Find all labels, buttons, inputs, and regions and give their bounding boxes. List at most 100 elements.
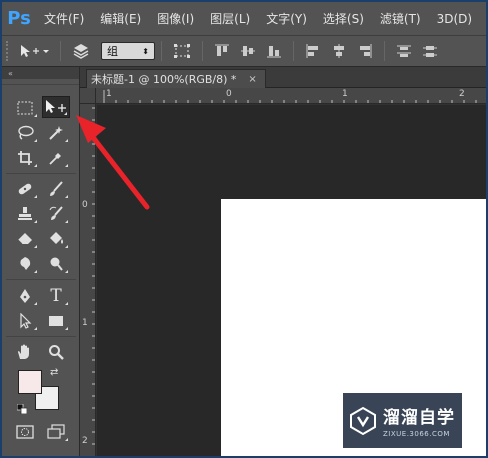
move-tool-icon[interactable] — [17, 40, 51, 62]
swap-colors-icon[interactable]: ⇄ — [50, 367, 58, 378]
foreground-color-swatch[interactable] — [18, 370, 42, 394]
options-divider — [60, 41, 61, 61]
options-grip[interactable] — [6, 41, 14, 61]
default-colors-icon[interactable] — [16, 399, 28, 415]
auto-select-value: 组 — [107, 45, 118, 58]
menu-3d[interactable]: 3D(D) — [429, 12, 480, 26]
rectangle-tool-icon[interactable] — [42, 310, 70, 332]
options-divider — [202, 41, 203, 61]
history-brush-tool-icon[interactable] — [42, 203, 70, 225]
lasso-tool-icon[interactable] — [11, 122, 39, 144]
dodge-tool-icon[interactable] — [42, 253, 70, 275]
eyedropper-tool-icon[interactable] — [42, 147, 70, 169]
clone-stamp-tool-icon[interactable] — [11, 203, 39, 225]
ruler-ticks — [103, 90, 477, 103]
tool-flyout-indicator — [65, 438, 68, 441]
ruler-ticks — [92, 107, 95, 445]
bounding-box-icon[interactable] — [171, 40, 193, 62]
pen-tool-icon[interactable] — [11, 285, 39, 307]
watermark-brand: 溜溜自学 — [383, 408, 455, 428]
ps-logo: Ps — [7, 8, 31, 29]
options-divider — [161, 41, 162, 61]
document-tab[interactable]: 未标题-1 @ 100%(RGB/8) * × — [86, 69, 266, 88]
close-icon[interactable]: × — [248, 74, 256, 85]
toolbox-grip[interactable] — [2, 79, 79, 85]
distribute-top-icon[interactable] — [395, 42, 413, 60]
tool-flyout-indicator — [64, 112, 67, 115]
toolbox-divider — [6, 279, 76, 280]
ruler-origin[interactable] — [80, 88, 96, 104]
zoom-tool-icon[interactable] — [42, 341, 70, 363]
align-bottom-icon[interactable] — [265, 42, 283, 60]
options-bar: 组 ⬍ — [2, 35, 486, 67]
tool-flyout-indicator — [65, 327, 68, 330]
tool-flyout-indicator — [65, 302, 68, 305]
toolbox-divider — [6, 173, 76, 174]
document-tab-bar: 未标题-1 @ 100%(RGB/8) * × — [80, 67, 486, 88]
menu-bar: Ps 文件(F) 编辑(E) 图像(I) 图层(L) 文字(Y) 选择(S) 滤… — [2, 2, 486, 35]
hand-tool-icon[interactable] — [11, 341, 39, 363]
crop-tool-icon[interactable] — [11, 147, 39, 169]
tool-flyout-indicator — [34, 327, 37, 330]
tool-flyout-indicator — [34, 164, 37, 167]
tool-flyout-indicator — [34, 302, 37, 305]
menu-edit[interactable]: 编辑(E) — [92, 10, 149, 27]
marquee-tool-icon[interactable] — [11, 97, 39, 119]
ruler-h-label: 1 — [342, 89, 348, 99]
vertical-ruler[interactable]: 0 1 2 — [80, 104, 96, 456]
magic-wand-tool-icon[interactable] — [42, 122, 70, 144]
toolbox-collapse[interactable]: « — [2, 67, 79, 79]
watermark-icon — [350, 406, 376, 435]
chevron-updown-icon: ⬍ — [142, 46, 149, 56]
menu-file[interactable]: 文件(F) — [36, 10, 92, 27]
toolbox-panel: « T ⇄ — [2, 67, 80, 456]
path-selection-tool-icon[interactable] — [11, 310, 39, 332]
align-vcenter-icon[interactable] — [239, 42, 257, 60]
tool-flyout-indicator — [65, 270, 68, 273]
eraser-tool-icon[interactable] — [11, 228, 39, 250]
paint-bucket-tool-icon[interactable] — [42, 228, 70, 250]
tool-flyout-indicator — [65, 245, 68, 248]
menu-select[interactable]: 选择(S) — [315, 10, 372, 27]
tool-flyout-indicator — [34, 270, 37, 273]
horizontal-ruler[interactable]: 1 0 1 2 — [96, 88, 486, 104]
move-tool-button[interactable] — [42, 96, 70, 118]
distribute-vcenter-icon[interactable] — [421, 42, 439, 60]
quick-mask-icon[interactable] — [11, 421, 39, 443]
tool-flyout-indicator — [34, 114, 37, 117]
document-tab-title: 未标题-1 @ 100%(RGB/8) * — [91, 73, 237, 86]
watermark-logo: 溜溜自学 ZIXUE.3066.COM — [343, 393, 462, 448]
brush-tool-icon[interactable] — [42, 178, 70, 200]
options-divider — [384, 41, 385, 61]
toolbox-divider — [6, 336, 76, 337]
photoshop-window: Ps 文件(F) 编辑(E) 图像(I) 图层(L) 文字(Y) 选择(S) 滤… — [0, 0, 488, 458]
watermark-url: ZIXUE.3066.COM — [383, 430, 450, 438]
menu-type[interactable]: 文字(Y) — [258, 10, 315, 27]
menu-layer[interactable]: 图层(L) — [202, 10, 258, 27]
align-top-icon[interactable] — [213, 42, 231, 60]
tool-flyout-indicator — [34, 195, 37, 198]
healing-brush-tool-icon[interactable] — [11, 178, 39, 200]
ruler-h-label: 0 — [226, 89, 232, 99]
ruler-v-label: 1 — [82, 318, 88, 328]
menu-filter[interactable]: 滤镜(T) — [372, 10, 429, 27]
smudge-tool-icon[interactable] — [11, 253, 39, 275]
layers-stack-icon[interactable] — [70, 40, 92, 62]
align-hcenter-icon[interactable] — [330, 42, 348, 60]
align-right-icon[interactable] — [356, 42, 374, 60]
ruler-h-label: 2 — [459, 89, 465, 99]
ruler-h-label: 1 — [106, 89, 112, 99]
tool-flyout-indicator — [34, 139, 37, 142]
options-divider — [293, 41, 294, 61]
tool-flyout-indicator — [34, 245, 37, 248]
tool-flyout-indicator — [65, 139, 68, 142]
tool-flyout-indicator — [34, 220, 37, 223]
auto-select-dropdown[interactable]: 组 ⬍ — [101, 42, 155, 60]
ruler-v-label: 2 — [82, 436, 88, 446]
tool-flyout-indicator — [65, 164, 68, 167]
screen-mode-icon[interactable] — [42, 421, 70, 443]
type-tool-icon[interactable]: T — [42, 285, 70, 307]
menu-image[interactable]: 图像(I) — [149, 10, 202, 27]
align-left-icon[interactable] — [304, 42, 322, 60]
ruler-v-label: 0 — [82, 200, 88, 210]
